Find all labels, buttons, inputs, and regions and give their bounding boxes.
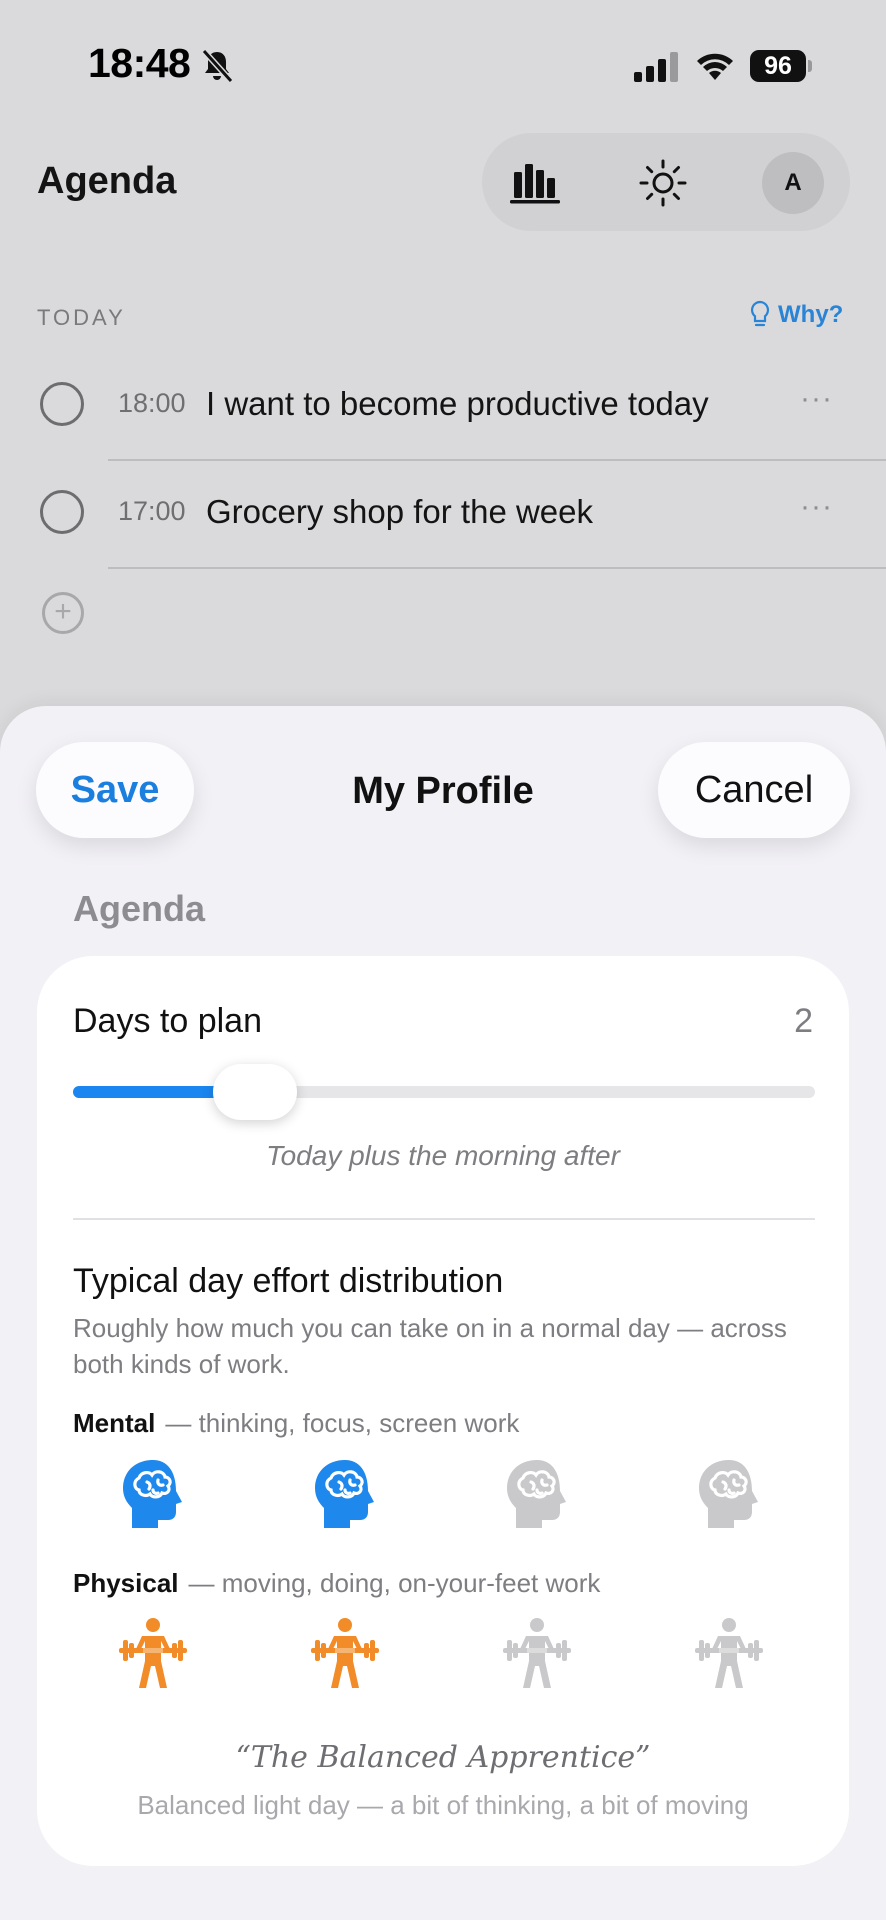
profile-description: Balanced light day — a bit of thinking, … [137,1790,749,1820]
page-title: Agenda [37,160,177,202]
effort-title: Typical day effort distribution [73,1262,504,1300]
today-section-label: TODAY [37,305,126,330]
effort-description: Roughly how much you can take on in a no… [73,1313,787,1379]
profile-name: “The Balanced Apprentice” [235,1740,651,1775]
sun-icon[interactable] [638,158,688,208]
task-row[interactable]: 18:00 I want to become productive today … [0,352,886,461]
mental-label: Mental [73,1408,156,1438]
task-checkbox[interactable] [40,490,84,534]
task-title: Grocery shop for the week [206,493,594,530]
days-to-plan-value: 2 [794,1002,813,1040]
divider [108,567,886,569]
status-time: 18:48 [88,40,191,86]
physical-label: Physical [73,1568,179,1598]
profile-sheet: Save My Profile Cancel Agenda Days to pl… [0,706,886,1920]
more-options-icon[interactable]: ··· [800,490,833,524]
days-slider-fill [73,1086,221,1098]
mental-level-3-icon[interactable] [501,1456,573,1532]
mental-level-1-icon[interactable] [117,1456,189,1532]
bell-muted-icon [201,48,234,84]
task-checkbox[interactable] [40,382,84,426]
task-time: 18:00 [118,388,186,418]
task-row[interactable]: 17:00 Grocery shop for the week ··· [0,460,886,569]
battery-tip [808,60,812,72]
physical-hint: — moving, doing, on-your-feet work [188,1568,601,1598]
physical-level-3-icon[interactable] [501,1616,573,1692]
mental-hint: — thinking, focus, screen work [165,1408,520,1438]
group-label: Agenda [73,888,206,929]
wifi-icon [697,53,733,80]
lightbulb-icon [750,300,770,327]
task-title: I want to become productive today [206,385,709,422]
battery-indicator: 96 [750,50,806,82]
status-bar: 18:48 96 [0,0,886,120]
physical-row-label: Physical — moving, doing, on-your-feet wo… [73,1568,600,1599]
physical-level-1-icon[interactable] [117,1616,189,1692]
task-time: 17:00 [118,496,186,526]
days-slider-track[interactable] [73,1086,815,1098]
days-to-plan-label: Days to plan [73,1002,262,1040]
why-link[interactable]: Why? [750,300,843,330]
divider [73,1218,815,1220]
physical-level-2-icon[interactable] [309,1616,381,1692]
agenda-settings-card: Days to plan 2 Today plus the morning af… [37,956,849,1866]
add-task-icon[interactable]: + [42,592,84,634]
days-slider-caption: Today plus the morning after [266,1140,620,1171]
cellular-signal-icon [634,52,678,82]
more-options-icon[interactable]: ··· [800,382,833,416]
stats-chart-icon[interactable] [510,160,562,204]
mental-level-2-icon[interactable] [309,1456,381,1532]
why-label: Why? [778,301,844,328]
physical-level-4-icon[interactable] [693,1616,765,1692]
avatar[interactable]: A [762,152,824,214]
mental-row-label: Mental — thinking, focus, screen work [73,1408,519,1439]
mental-level-4-icon[interactable] [693,1456,765,1532]
cancel-button[interactable]: Cancel [658,742,850,838]
days-slider-thumb[interactable] [213,1064,297,1120]
